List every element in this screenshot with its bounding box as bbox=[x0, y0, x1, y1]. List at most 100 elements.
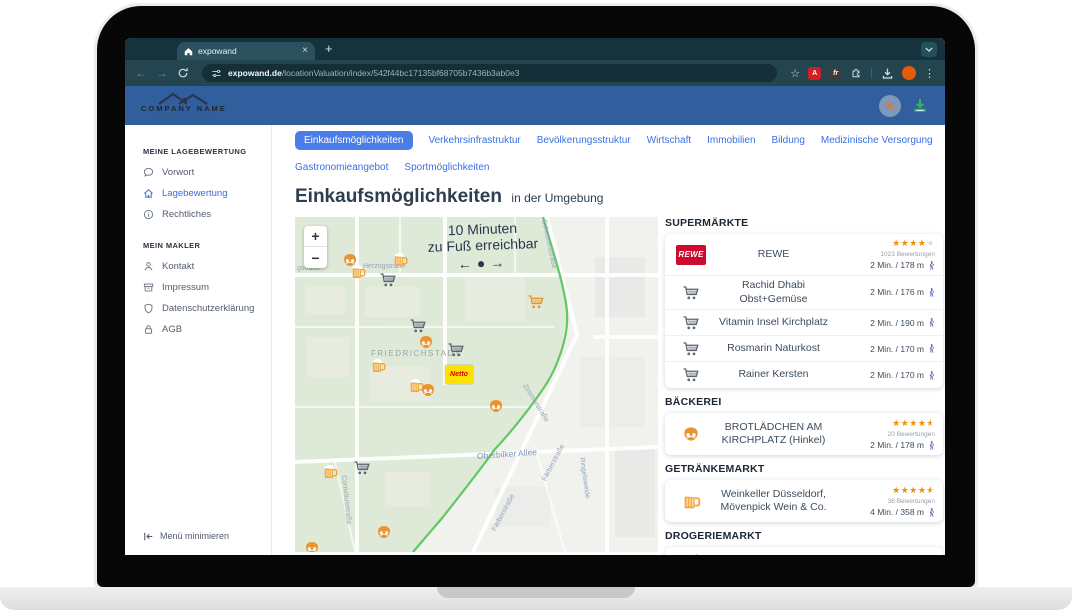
theme-toggle-button[interactable] bbox=[879, 95, 901, 117]
download-report-button[interactable] bbox=[911, 97, 929, 115]
forward-button[interactable]: → bbox=[156, 67, 168, 79]
menu-minimize-label: Menü minimieren bbox=[160, 531, 229, 541]
back-button[interactable]: ← bbox=[135, 67, 147, 79]
info-icon bbox=[143, 209, 154, 220]
cart-icon bbox=[681, 314, 701, 332]
tab-medizinische-versorgung[interactable]: Medizinische Versorgung bbox=[821, 131, 933, 150]
browser-tab-bar: expowand × + bbox=[125, 38, 945, 60]
new-tab-button[interactable]: + bbox=[325, 41, 333, 56]
speech-bubble-icon bbox=[143, 167, 154, 178]
poi-distance: 2 Min. / 176 m bbox=[870, 286, 924, 298]
poi-name: REWE bbox=[709, 248, 838, 262]
bakery-marker-icon[interactable] bbox=[417, 333, 435, 351]
sidebar-item-datenschutz[interactable]: Datenschutzerklärung bbox=[125, 298, 271, 319]
sidebar-item-vorwort[interactable]: Vorwort bbox=[125, 162, 271, 183]
supermarket-marker-icon[interactable] bbox=[353, 459, 371, 477]
walking-icon bbox=[928, 507, 935, 518]
cart-icon bbox=[681, 340, 701, 358]
section-title-supermaerkte: SUPERMÄRKTE bbox=[665, 217, 943, 229]
section-title-drogeriemarkt: DROGERIEMARKT bbox=[665, 530, 943, 542]
laptop-notch bbox=[437, 587, 635, 598]
beer-marker-icon[interactable] bbox=[369, 357, 387, 375]
adobe-extension-icon[interactable]: A bbox=[808, 67, 821, 80]
url-path: /locationValuation/index/542f44bc17135bf… bbox=[282, 68, 520, 78]
tab-verkehrsinfrastruktur[interactable]: Verkehrsinfrastruktur bbox=[429, 131, 521, 150]
reload-button[interactable] bbox=[177, 67, 189, 79]
person-icon bbox=[143, 261, 154, 272]
fonts-extension-icon[interactable]: fr bbox=[829, 67, 842, 80]
tab-close-icon[interactable]: × bbox=[302, 46, 308, 56]
tab-bevoelkerungsstruktur[interactable]: Bevölkerungsstruktur bbox=[537, 131, 631, 150]
lock-icon bbox=[143, 324, 154, 335]
company-logo: COMPANY NAME Slogan Goes here bbox=[141, 92, 227, 119]
tab-einkaufsmoeglichkeiten[interactable]: Einkaufsmöglichkeiten bbox=[295, 131, 413, 150]
favicon-home-icon bbox=[184, 47, 193, 56]
drugstore-card: dm-drogerie markt 5 Min. / 452 m bbox=[665, 547, 943, 555]
toolbar-actions: ☆ A fr | ⋮ bbox=[790, 66, 935, 80]
sidebar-item-kontakt[interactable]: Kontakt bbox=[125, 256, 271, 277]
netto-marker[interactable]: Netto bbox=[445, 365, 473, 384]
supermarket-marker-icon[interactable] bbox=[447, 341, 465, 359]
sidebar-item-label: Rechtliches bbox=[162, 209, 211, 220]
walking-icon bbox=[928, 370, 935, 381]
poi-row[interactable]: Vitamin Insel Kirchplatz 2 Min. / 190 m bbox=[665, 310, 943, 336]
sidebar-section-title: MEIN MAKLER bbox=[143, 241, 271, 250]
laptop-base bbox=[0, 587, 1072, 610]
app-content: MEINE LAGEBEWERTUNG Vorwort Lagebewertun… bbox=[125, 125, 945, 555]
tab-gastronomieangebot[interactable]: Gastronomieangebot bbox=[295, 158, 388, 177]
star-rating: ★★★★★★★★★★ bbox=[892, 419, 935, 428]
sidebar-item-lagebewertung[interactable]: Lagebewertung bbox=[125, 183, 271, 204]
poi-row-dm[interactable]: dm-drogerie markt 5 Min. / 452 m bbox=[665, 547, 943, 555]
sidebar-item-impressum[interactable]: Impressum bbox=[125, 277, 271, 298]
bakery-marker-icon[interactable] bbox=[487, 397, 505, 415]
sun-icon bbox=[884, 100, 896, 112]
browser-profile-avatar[interactable] bbox=[902, 66, 916, 80]
poi-row-weinkeller[interactable]: Weinkeller Düsseldorf, Mövenpick Wein & … bbox=[665, 480, 943, 522]
beer-marker-icon[interactable] bbox=[349, 263, 367, 281]
tab-immobilien[interactable]: Immobilien bbox=[707, 131, 755, 150]
walking-icon bbox=[928, 317, 935, 328]
pretzel-icon bbox=[680, 424, 702, 444]
beer-marker-icon[interactable] bbox=[321, 463, 339, 481]
bakery-marker-icon[interactable] bbox=[303, 539, 321, 552]
browser-window: expowand × + ← → expowand.de/locationVal… bbox=[125, 38, 945, 555]
supermarket-marker-icon[interactable] bbox=[527, 293, 545, 311]
toolbar-divider: | bbox=[870, 67, 873, 79]
bookmark-star-icon[interactable]: ☆ bbox=[790, 67, 800, 80]
site-settings-icon[interactable] bbox=[211, 68, 222, 79]
tab-bildung[interactable]: Bildung bbox=[772, 131, 805, 150]
poi-name: Rosmarin Naturkost bbox=[709, 342, 838, 356]
extensions-puzzle-icon[interactable] bbox=[850, 67, 862, 79]
tab-sportmoeglichkeiten[interactable]: Sportmöglichkeiten bbox=[404, 158, 489, 177]
menu-minimize-button[interactable]: Menü minimieren bbox=[143, 531, 229, 541]
zoom-in-button[interactable]: + bbox=[304, 226, 327, 247]
sidebar-item-label: Vorwort bbox=[162, 167, 194, 178]
poi-row[interactable]: Rachid Dhabi Obst+Gemüse 2 Min. / 176 m bbox=[665, 276, 943, 310]
downloads-icon[interactable] bbox=[881, 67, 894, 80]
poi-row[interactable]: Rainer Kersten 2 Min. / 170 m bbox=[665, 362, 943, 388]
header-actions bbox=[879, 95, 929, 117]
cart-icon bbox=[681, 366, 701, 384]
sidebar-item-label: Datenschutzerklärung bbox=[162, 303, 254, 314]
poi-row[interactable]: Rosmarin Naturkost 2 Min. / 170 m bbox=[665, 336, 943, 362]
browser-menu-icon[interactable]: ⋮ bbox=[924, 67, 935, 80]
tab-list-button[interactable] bbox=[921, 42, 937, 57]
poi-name: BROTLÄDCHEN AM KIRCHPLATZ (Hinkel) bbox=[709, 421, 838, 448]
tab-title: expowand bbox=[198, 46, 297, 56]
sidebar-item-agb[interactable]: AGB bbox=[125, 319, 271, 340]
sidebar-item-label: AGB bbox=[162, 324, 182, 335]
poi-row-brotlaedchen[interactable]: BROTLÄDCHEN AM KIRCHPLATZ (Hinkel) ★★★★★… bbox=[665, 413, 943, 455]
map[interactable]: + − 10 Minuten zu Fuß erreichbar ←●→ gst… bbox=[295, 217, 658, 552]
walking-icon bbox=[928, 287, 935, 298]
tab-wirtschaft[interactable]: Wirtschaft bbox=[647, 131, 691, 150]
sidebar-item-rechtliches[interactable]: Rechtliches bbox=[125, 204, 271, 225]
url-text: expowand.de/locationValuation/index/542f… bbox=[228, 68, 519, 78]
bakery-marker-icon[interactable] bbox=[375, 523, 393, 541]
section-title-baeckerei: BÄCKEREI bbox=[665, 396, 943, 408]
bakery-marker-icon[interactable] bbox=[419, 381, 437, 399]
zoom-out-button[interactable]: − bbox=[304, 247, 327, 268]
poi-row-rewe[interactable]: REWE REWE ★★★★★★★★★★ 1023 Bewertungen 2 … bbox=[665, 234, 943, 276]
archive-box-icon bbox=[143, 282, 154, 293]
browser-tab[interactable]: expowand × bbox=[177, 42, 315, 60]
address-bar[interactable]: expowand.de/locationValuation/index/542f… bbox=[202, 64, 777, 82]
